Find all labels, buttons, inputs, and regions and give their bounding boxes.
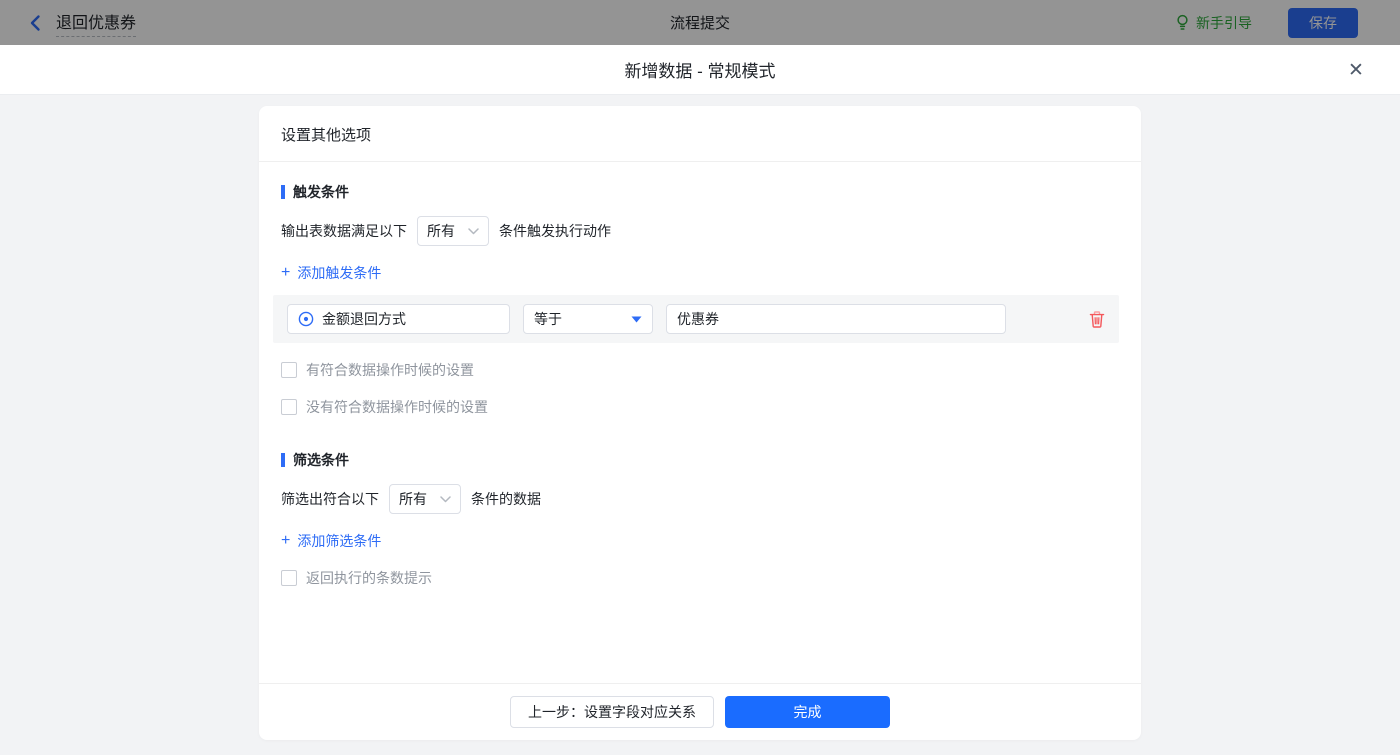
card-header-title: 设置其他选项 (259, 106, 1141, 162)
chevron-down-icon (440, 496, 451, 503)
trigger-match-mode-value: 所有 (427, 221, 455, 241)
return-count-tip-label: 返回执行的条数提示 (306, 568, 432, 588)
radio-field-icon (298, 311, 314, 327)
filter-section-title: 筛选条件 (281, 450, 1119, 470)
condition-field-input[interactable]: 金额退回方式 (287, 304, 510, 334)
condition-operator-value: 等于 (534, 309, 562, 329)
filter-sentence-suffix: 条件的数据 (471, 489, 541, 509)
bulb-icon (1175, 14, 1190, 31)
has-match-setting-checkbox[interactable] (281, 362, 297, 378)
prev-step-button[interactable]: 上一步：设置字段对应关系 (510, 696, 714, 728)
content-card: 设置其他选项 触发条件 输出表数据满足以下 所有 条件触发执行动作 + 添 (259, 106, 1141, 740)
add-data-modal: 新增数据 - 常规模式 ✕ 设置其他选项 触发条件 输出表数据满足以下 所有 条 (0, 45, 1400, 755)
trash-icon (1089, 311, 1105, 328)
condition-field-value: 金额退回方式 (322, 309, 406, 329)
section-accent-bar (281, 453, 285, 467)
add-filter-condition-label: 添加筛选条件 (297, 531, 381, 551)
trigger-sentence: 输出表数据满足以下 所有 条件触发执行动作 (281, 215, 1119, 247)
trigger-section-title: 触发条件 (281, 182, 1119, 202)
condition-operator-select[interactable]: 等于 (523, 304, 653, 334)
filter-match-mode-select[interactable]: 所有 (389, 484, 461, 514)
add-trigger-condition-link[interactable]: + 添加触发条件 (281, 263, 381, 283)
add-trigger-condition-label: 添加触发条件 (297, 263, 381, 283)
guide-button[interactable]: 新手引导 (1175, 13, 1252, 33)
topbar: 退回优惠券 流程提交 新手引导 保存 (0, 0, 1400, 45)
return-count-tip-row: 返回执行的条数提示 (281, 568, 1119, 588)
trigger-match-mode-select[interactable]: 所有 (417, 216, 489, 246)
close-button[interactable]: ✕ (1336, 45, 1376, 95)
plus-icon: + (281, 265, 290, 281)
close-icon: ✕ (1348, 59, 1364, 82)
trigger-sentence-suffix: 条件触发执行动作 (499, 221, 611, 241)
trigger-condition-row: 金额退回方式 等于 优惠券 (273, 295, 1119, 343)
topbar-right: 新手引导 保存 (1175, 8, 1358, 38)
trigger-section-label: 触发条件 (293, 182, 349, 202)
filter-sentence: 筛选出符合以下 所有 条件的数据 (281, 483, 1119, 515)
filter-section-label: 筛选条件 (293, 450, 349, 470)
guide-label: 新手引导 (1196, 13, 1252, 33)
save-button[interactable]: 保存 (1288, 8, 1358, 38)
no-match-setting-label: 没有符合数据操作时候的设置 (306, 397, 488, 417)
filter-match-mode-value: 所有 (399, 489, 427, 509)
caret-down-icon (631, 316, 642, 323)
condition-value-input[interactable]: 优惠券 (666, 304, 1006, 334)
has-match-setting-label: 有符合数据操作时候的设置 (306, 360, 474, 380)
card-footer: 上一步：设置字段对应关系 完成 (259, 683, 1141, 740)
modal-title: 新增数据 - 常规模式 (624, 57, 775, 82)
plus-icon: + (281, 533, 290, 549)
filter-sentence-prefix: 筛选出符合以下 (281, 489, 379, 509)
section-accent-bar (281, 185, 285, 199)
card-body: 触发条件 输出表数据满足以下 所有 条件触发执行动作 + 添加触发条件 (259, 162, 1141, 683)
trigger-sentence-prefix: 输出表数据满足以下 (281, 221, 407, 241)
return-count-tip-checkbox[interactable] (281, 570, 297, 586)
delete-condition-button[interactable] (1089, 311, 1105, 328)
chevron-down-icon (468, 228, 479, 235)
done-button[interactable]: 完成 (725, 696, 890, 728)
add-filter-condition-link[interactable]: + 添加筛选条件 (281, 531, 381, 551)
no-match-setting-row: 没有符合数据操作时候的设置 (281, 397, 1119, 417)
modal-header: 新增数据 - 常规模式 ✕ (0, 45, 1400, 95)
has-match-setting-row: 有符合数据操作时候的设置 (281, 360, 1119, 380)
condition-value-text: 优惠券 (677, 309, 719, 329)
no-match-setting-checkbox[interactable] (281, 399, 297, 415)
